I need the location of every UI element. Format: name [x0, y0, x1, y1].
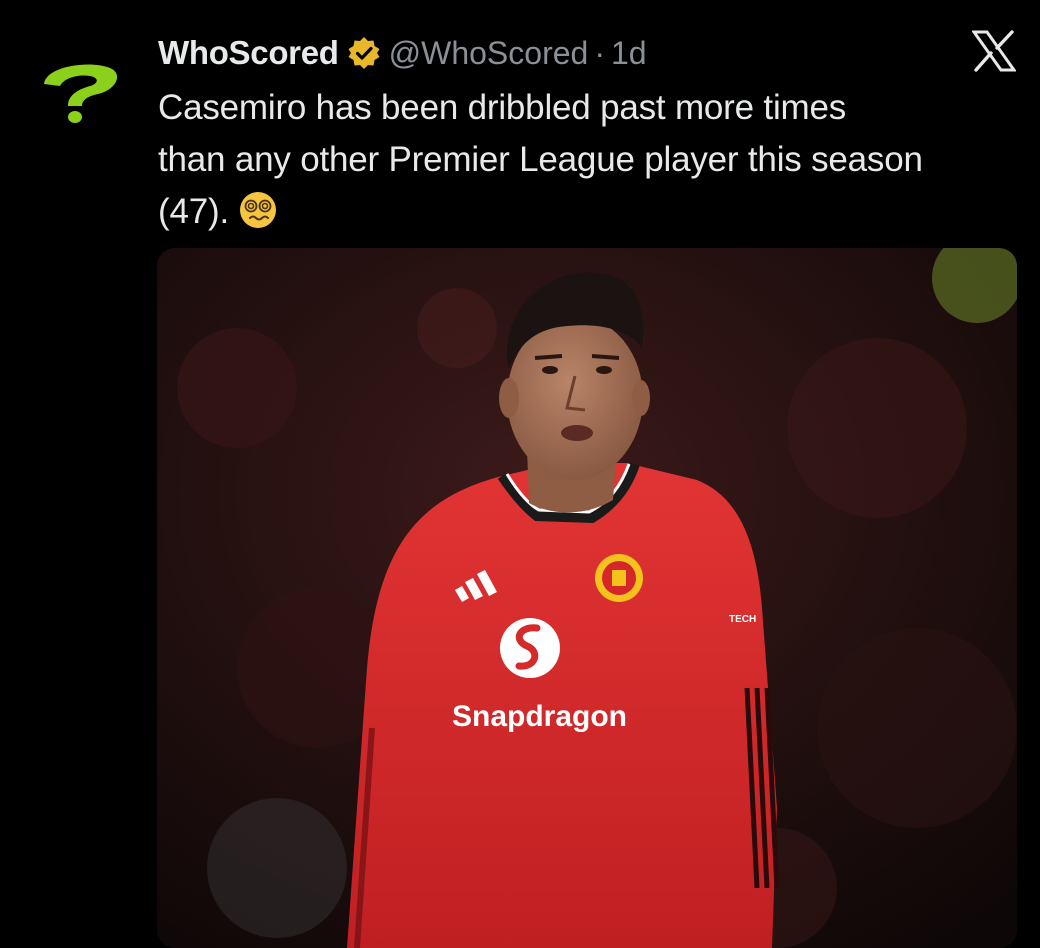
- tweet-text-line-last: (47).: [158, 186, 1018, 238]
- tweet-text-line: than any other Premier League player thi…: [158, 140, 923, 179]
- tweet-media-image[interactable]: Snapdragon TECH: [157, 248, 1017, 948]
- separator-dot: ·: [594, 34, 605, 71]
- tweet-text: Casemiro has been dribbled past more tim…: [158, 82, 1018, 238]
- whoscored-logo-icon: [44, 64, 118, 123]
- avatar[interactable]: [38, 60, 124, 124]
- timestamp[interactable]: 1d: [611, 35, 647, 72]
- tweet-header: WhoScored @WhoScored · 1d: [158, 28, 647, 78]
- sponsor-text: Snapdragon: [452, 700, 627, 733]
- tweet-card[interactable]: WhoScored @WhoScored · 1d Casemiro has b…: [0, 0, 1040, 948]
- sponsor-logo-icon: [500, 618, 560, 678]
- dizzy-face-emoji-icon: [239, 191, 277, 229]
- tweet-text-line: (47).: [158, 192, 229, 231]
- player-photo: Snapdragon TECH: [157, 248, 1017, 948]
- display-name[interactable]: WhoScored: [158, 34, 339, 72]
- handle[interactable]: @WhoScored: [389, 35, 589, 72]
- sleeve-text: TECH: [729, 614, 756, 625]
- tweet-text-line: Casemiro has been dribbled past more tim…: [158, 88, 847, 127]
- x-logo-icon: [971, 30, 1017, 72]
- club-crest-icon: [595, 554, 643, 602]
- verified-badge-icon[interactable]: [347, 36, 381, 70]
